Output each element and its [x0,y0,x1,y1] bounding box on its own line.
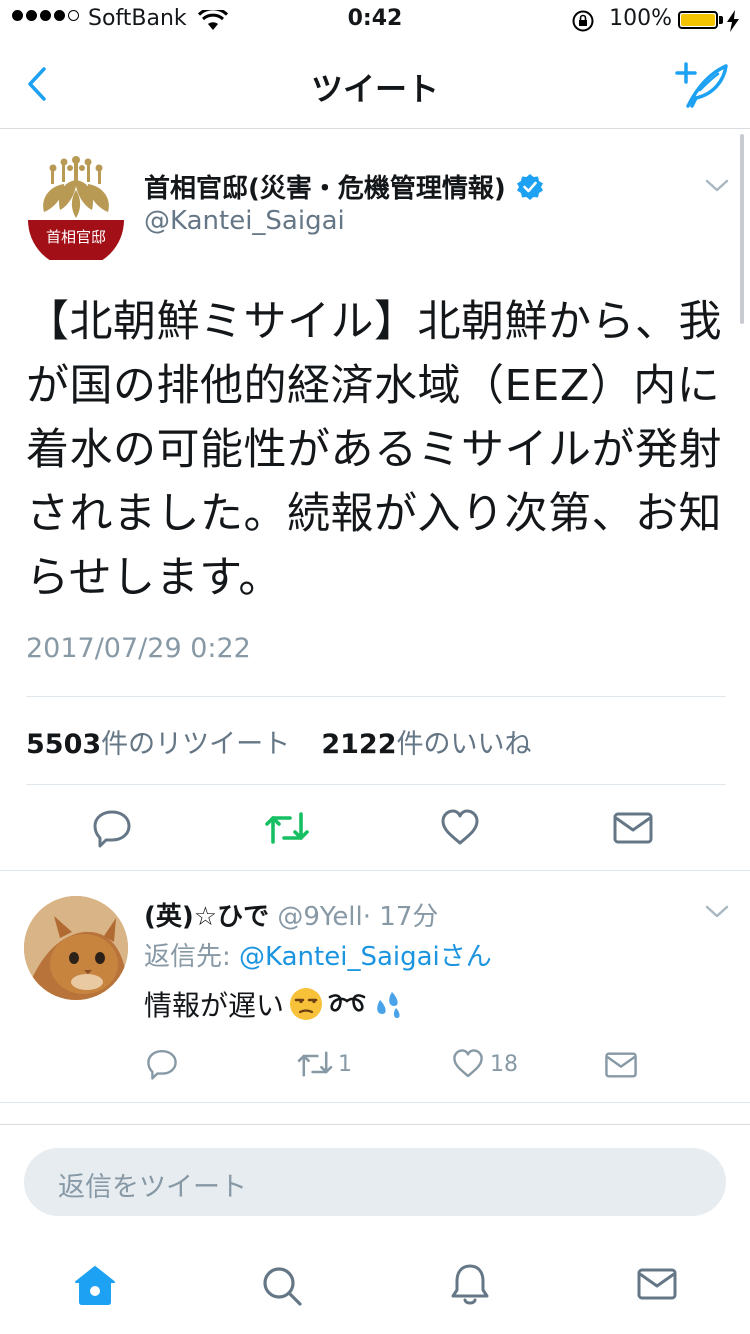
compose-tweet-button[interactable] [674,60,730,110]
retweet-icon [297,1051,333,1077]
like-button[interactable] [440,808,480,848]
reply-to-link[interactable]: @Kantei_Saigai [239,942,440,972]
heart-icon [453,1049,483,1078]
reply-button[interactable] [92,808,132,848]
reply-text-line: 情報が遅い [144,984,406,1024]
author-handle[interactable]: @Kantei_Saigai [144,206,345,236]
reply-author-name[interactable]: (英)☆ひで [144,902,269,932]
scrollbar[interactable] [740,134,744,324]
navigation-bar: ツイート [0,40,750,129]
tweet-action-bar [0,786,750,870]
author-name[interactable]: 首相官邸(災害・危機管理情報) [144,168,506,205]
reply-to-line: 返信先: @Kantei_Saigaiさん [144,942,492,972]
avatar-label: 首相官邸 [46,229,106,246]
search-icon[interactable] [260,1264,304,1308]
divider [26,696,726,697]
cat-photo-icon [24,896,128,1000]
likes-stat[interactable]: 2122件のいいね [321,729,531,760]
messages-icon[interactable] [636,1266,678,1302]
government-seal-icon: 首相官邸 [28,156,124,268]
divider [0,870,750,871]
tweet-text: 【北朝鮮ミサイル】北朝鮮から、我が国の排他的経済水域（EEZ）内に着水の可能性が… [26,297,722,603]
battery-icon [678,11,718,29]
battery-percent: 100% [609,6,672,31]
reply-like-count: 18 [490,1051,518,1077]
avatar[interactable]: 首相官邸 [26,150,126,268]
reply-comment-button[interactable] [146,1048,178,1080]
reply-share-message-button[interactable] [604,1050,638,1080]
page-title: ツイート [310,70,439,108]
verified-badge-icon [516,173,543,200]
reply-text: 情報が遅い [144,989,285,1022]
reply-author-handle[interactable]: @9Yell [277,902,362,932]
tab-bar [0,1234,750,1334]
composer-placeholder: 返信をツイート [58,1172,247,1203]
retweets-stat[interactable]: 5503件のリツイート [26,729,290,760]
reply-retweet-button[interactable]: 1 [296,1048,352,1080]
rotation-lock-icon [572,10,594,32]
sweat-droplets-emoji-icon [377,992,400,1018]
double-curly-loop-icon [328,994,366,1012]
divider [0,1102,750,1103]
chevron-down-icon[interactable] [704,902,730,922]
reply-composer-input[interactable]: 返信をツイート [24,1148,726,1216]
reply-header: (英)☆ひで @9Yell· 17分 [144,896,438,933]
tweet-timestamp: 2017/07/29 0:22 [26,633,251,664]
share-message-button[interactable] [612,810,654,846]
divider [0,1124,750,1125]
unamused-face-emoji-icon [290,988,323,1020]
chevron-down-icon[interactable] [704,176,730,196]
reply-retweet-count: 1 [338,1051,352,1077]
retweet-button[interactable] [264,808,310,848]
tweet-stats: 5503件のリツイート 2122件のいいね [26,722,532,761]
reply-avatar[interactable] [24,896,128,1000]
charging-bolt-icon [727,10,739,32]
notifications-bell-icon[interactable] [450,1262,490,1308]
divider [26,784,726,785]
reply-like-button[interactable]: 18 [452,1048,518,1080]
status-bar: SoftBank 0:42 100% [0,0,750,40]
home-icon[interactable] [74,1264,116,1306]
reply-time: · 17分 [362,902,439,932]
